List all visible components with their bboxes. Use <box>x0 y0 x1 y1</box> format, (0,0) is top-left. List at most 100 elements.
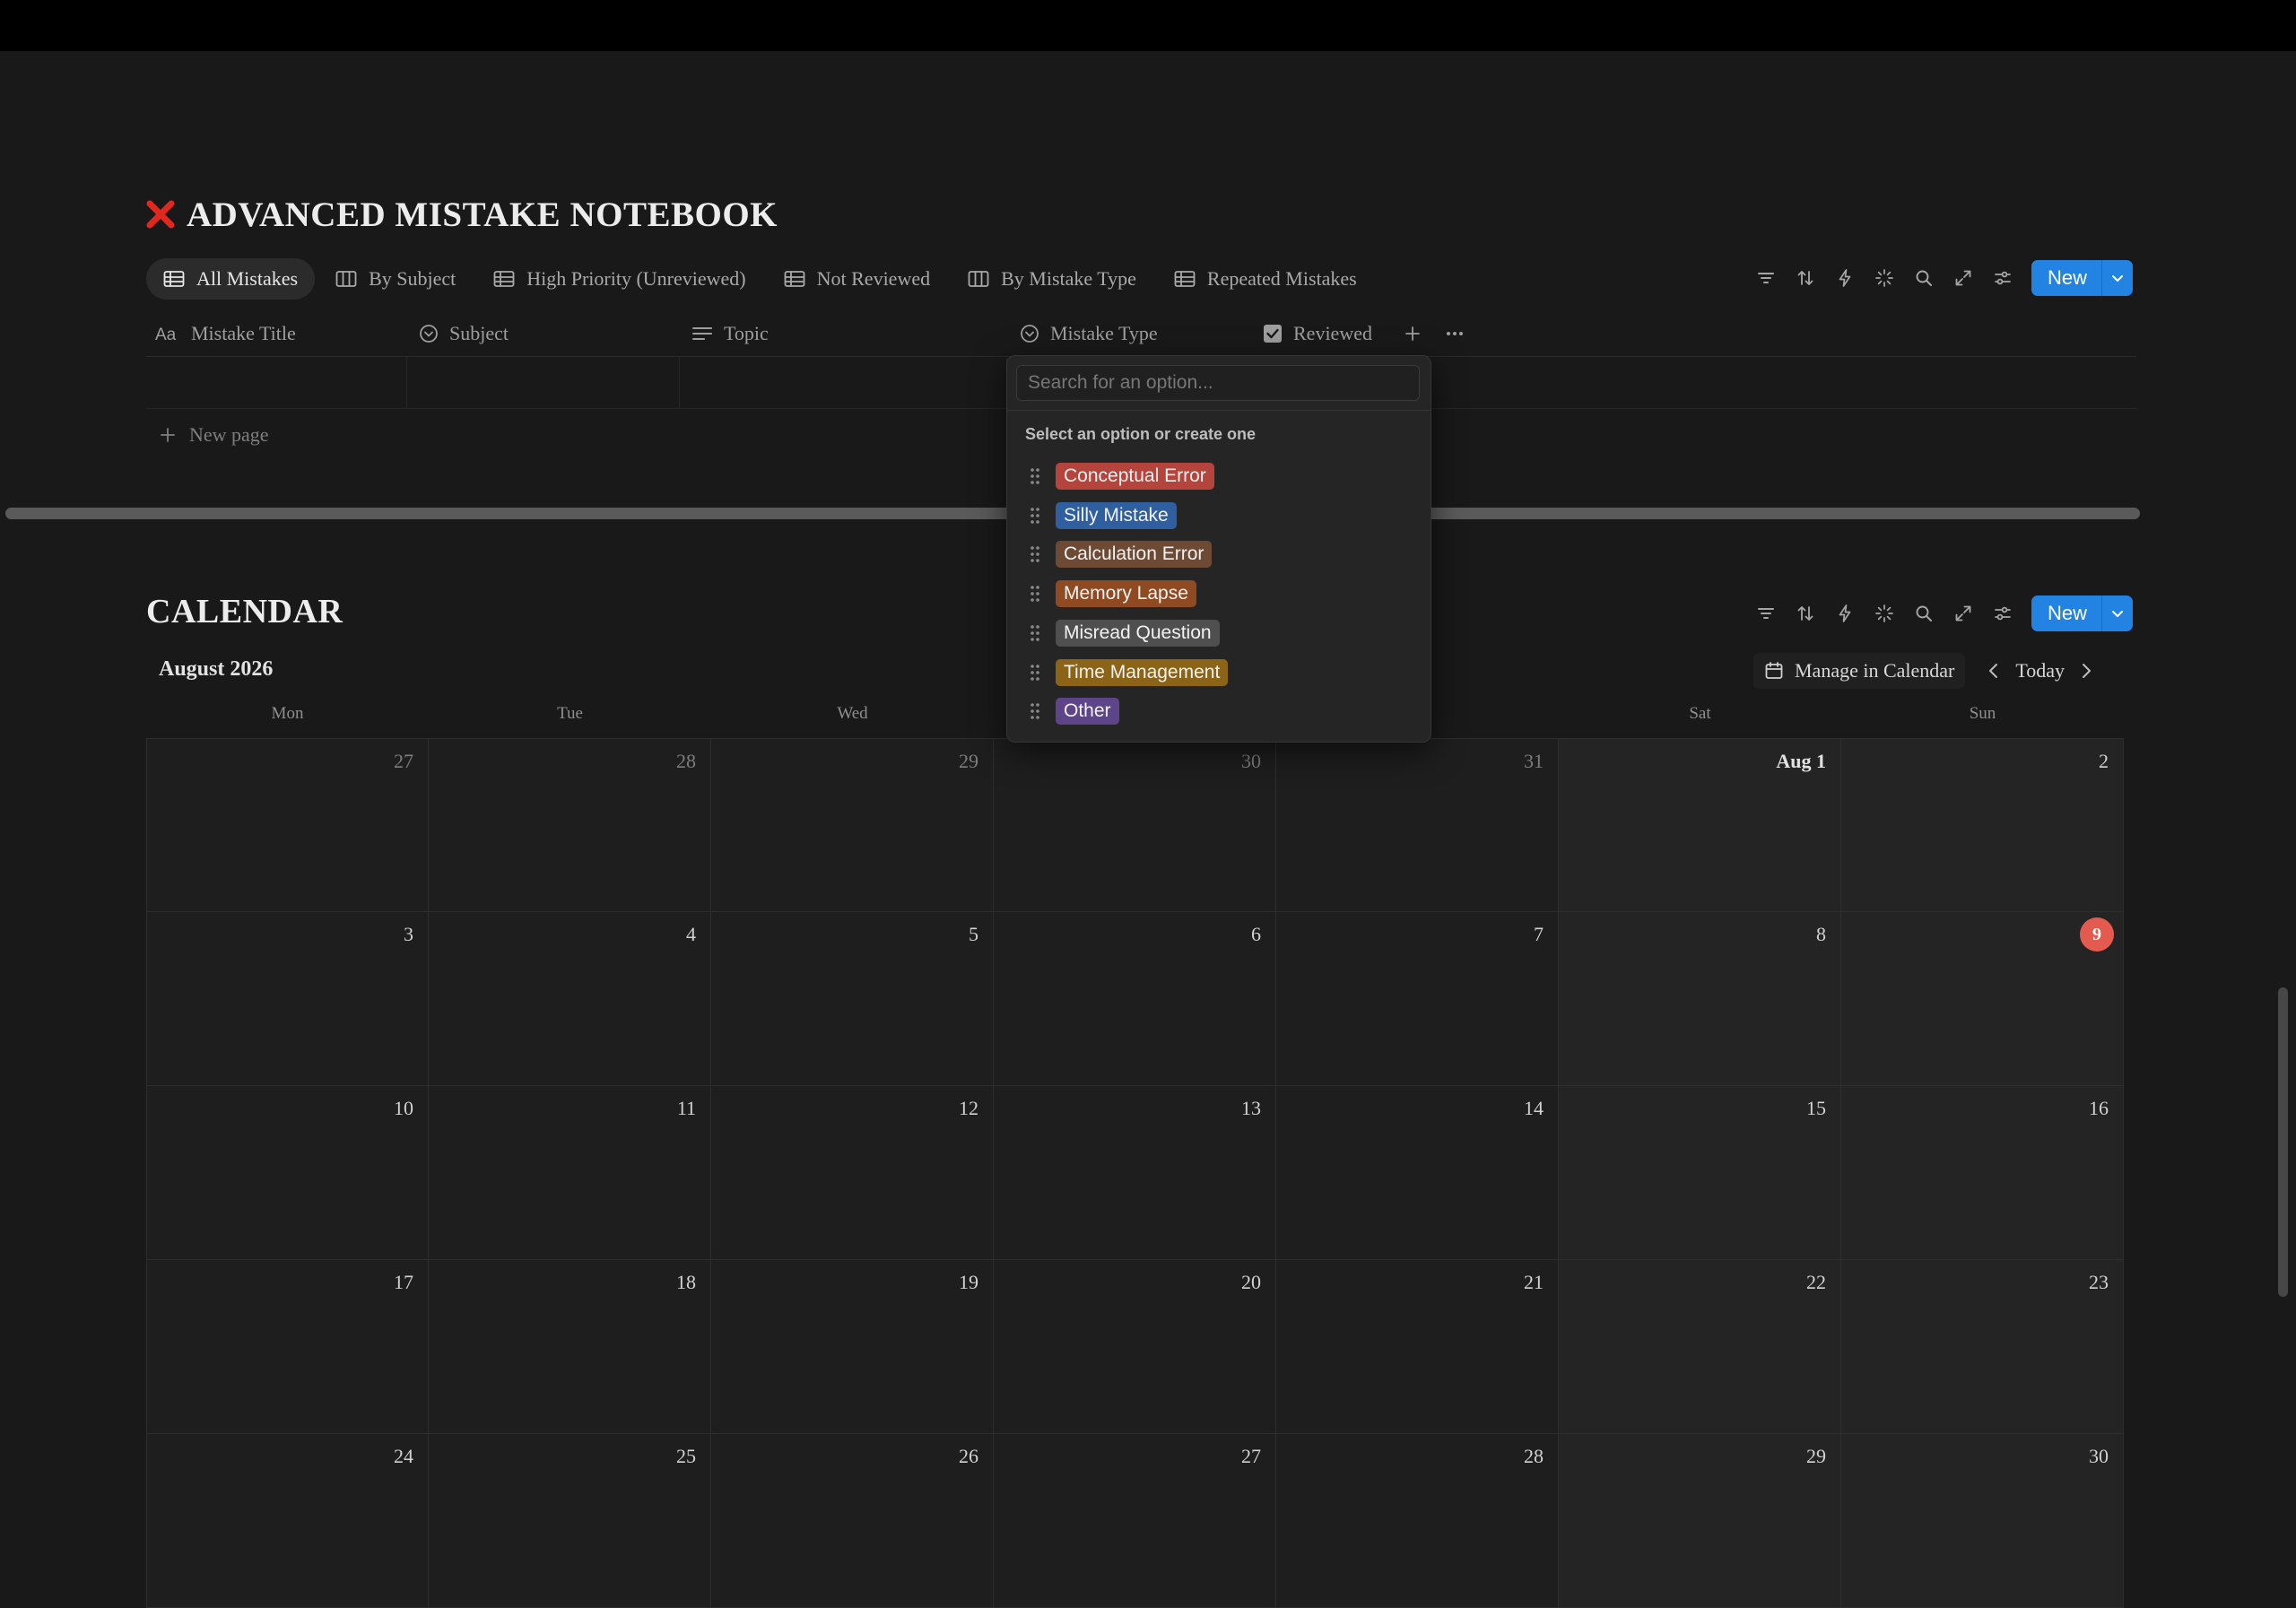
option-item[interactable]: Time Management <box>1007 655 1431 691</box>
tab-by-subject[interactable]: By Subject <box>318 258 473 300</box>
filter-button[interactable] <box>1746 261 1786 295</box>
calendar-day-cell[interactable]: 18 <box>429 1260 711 1434</box>
calendar-day-cell[interactable]: 19 <box>711 1260 994 1434</box>
calendar-day-cell[interactable]: 8 <box>1559 912 1841 1086</box>
calendar-day-cell[interactable]: 17 <box>146 1260 429 1434</box>
calendar-day-cell[interactable]: 12 <box>711 1086 994 1260</box>
calendar-day-cell[interactable]: 28 <box>429 738 711 912</box>
day-number: 24 <box>394 1445 413 1467</box>
calendar-month: August 2026 <box>159 657 274 681</box>
calendar-day-cell[interactable]: 13 <box>994 1086 1276 1260</box>
manage-in-calendar-button[interactable]: Manage in Calendar <box>1753 653 1966 689</box>
automation-button[interactable] <box>1825 261 1865 295</box>
suggestions-button[interactable] <box>1865 596 1904 630</box>
calendar-day-cell[interactable]: 7 <box>1276 912 1559 1086</box>
calendar-day-cell[interactable]: 15 <box>1559 1086 1841 1260</box>
column-topic[interactable]: Topic <box>691 311 769 356</box>
drag-handle-icon[interactable] <box>1029 663 1041 682</box>
expand-button[interactable] <box>1944 261 1983 295</box>
option-item[interactable]: Memory Lapse <box>1007 576 1431 612</box>
column-mistake-title[interactable]: Aa Mistake Title <box>155 311 296 356</box>
calendar-day-cell[interactable]: 24 <box>146 1434 429 1608</box>
drag-handle-icon[interactable] <box>1029 584 1041 604</box>
calendar-day-cell[interactable]: 29 <box>1559 1434 1841 1608</box>
calendar-day-cell[interactable]: 16 <box>1841 1086 2124 1260</box>
tab-repeated-mistakes[interactable]: Repeated Mistakes <box>1157 258 1374 300</box>
drag-handle-icon[interactable] <box>1029 544 1041 564</box>
previous-month-button[interactable] <box>1978 653 2010 689</box>
option-item[interactable]: Silly Mistake <box>1007 498 1431 534</box>
drag-handle-icon[interactable] <box>1029 506 1041 526</box>
option-item[interactable]: Calculation Error <box>1007 536 1431 572</box>
option-search-input[interactable] <box>1016 365 1420 401</box>
calendar-day-cell[interactable]: 31 <box>1276 738 1559 912</box>
automation-button[interactable] <box>1825 596 1865 630</box>
calendar-day-cell[interactable]: 3 <box>146 912 429 1086</box>
column-reviewed[interactable]: Reviewed <box>1263 311 1372 356</box>
new-page-button[interactable]: New page <box>159 417 269 453</box>
option-item[interactable]: Conceptual Error <box>1007 458 1431 494</box>
search-button[interactable] <box>1904 596 1944 630</box>
calendar-day-cell[interactable]: 27 <box>146 738 429 912</box>
cell-mistake-title[interactable] <box>146 356 407 408</box>
calendar-day-cell[interactable]: 20 <box>994 1260 1276 1434</box>
calendar-day-cell[interactable]: 5 <box>711 912 994 1086</box>
cell-topic[interactable] <box>679 356 1007 408</box>
today-button[interactable]: Today <box>2010 659 2070 682</box>
new-button[interactable]: New <box>2031 595 2103 631</box>
tab-not-reviewed[interactable]: Not Reviewed <box>767 258 947 300</box>
drag-handle-icon[interactable] <box>1029 623 1041 643</box>
calendar-day-cell[interactable]: 30 <box>1841 1434 2124 1608</box>
expand-icon <box>1955 605 1971 621</box>
option-item[interactable]: Misread Question <box>1007 615 1431 651</box>
calendar-day-cell[interactable]: 4 <box>429 912 711 1086</box>
calendar-day-cell[interactable]: 30 <box>994 738 1276 912</box>
cell-subject[interactable] <box>406 356 680 408</box>
calendar-day-cell[interactable]: 25 <box>429 1434 711 1608</box>
calendar-day-cell[interactable]: 27 <box>994 1434 1276 1608</box>
calendar-day-cell[interactable]: 9 <box>1841 912 2124 1086</box>
new-button[interactable]: New <box>2031 260 2103 296</box>
drag-handle-icon[interactable] <box>1029 701 1041 721</box>
day-number: 29 <box>1806 1445 1826 1467</box>
option-item[interactable]: Other <box>1007 693 1431 729</box>
day-number: 12 <box>959 1097 978 1119</box>
new-dropdown-button[interactable] <box>2102 595 2133 631</box>
day-number: 20 <box>1241 1271 1261 1293</box>
calendar-day-cell[interactable]: 29 <box>711 738 994 912</box>
calendar-day-cell[interactable]: 26 <box>711 1434 994 1608</box>
settings-button[interactable] <box>1983 596 2022 630</box>
more-options-button[interactable] <box>1445 311 1465 356</box>
tab-all-mistakes[interactable]: All Mistakes <box>146 258 316 300</box>
column-subject[interactable]: Subject <box>419 311 509 356</box>
tab-by-mistake-type[interactable]: By Mistake Type <box>951 258 1153 300</box>
search-button[interactable] <box>1904 261 1944 295</box>
calendar-day-cell[interactable]: 2 <box>1841 738 2124 912</box>
calendar-day-cell[interactable]: 10 <box>146 1086 429 1260</box>
expand-button[interactable] <box>1944 596 1983 630</box>
column-mistake-type[interactable]: Mistake Type <box>1020 311 1158 356</box>
option-tag: Silly Mistake <box>1056 501 1177 529</box>
calendar-day-cell[interactable]: 23 <box>1841 1260 2124 1434</box>
text-lines-icon <box>692 327 712 340</box>
sort-button[interactable] <box>1786 596 1825 630</box>
new-button-group: New <box>2031 260 2134 296</box>
calendar-day-cell[interactable]: 14 <box>1276 1086 1559 1260</box>
calendar-day-cell[interactable]: 11 <box>429 1086 711 1260</box>
suggestions-button[interactable] <box>1865 261 1904 295</box>
next-month-button[interactable] <box>2070 653 2102 689</box>
calendar-day-cell[interactable]: 22 <box>1559 1260 1841 1434</box>
vertical-scrollbar[interactable] <box>2278 987 2288 1297</box>
calendar-day-cell[interactable]: 6 <box>994 912 1276 1086</box>
calendar-day-cell[interactable]: Aug 1 <box>1559 738 1841 912</box>
calendar-day-cell[interactable]: 21 <box>1276 1260 1559 1434</box>
new-dropdown-button[interactable] <box>2102 260 2133 296</box>
drag-handle-icon[interactable] <box>1029 466 1041 486</box>
add-property-button[interactable] <box>1404 311 1422 356</box>
filter-button[interactable] <box>1746 596 1786 630</box>
tab-high-priority[interactable]: High Priority (Unreviewed) <box>476 258 762 300</box>
settings-button[interactable] <box>1983 261 2022 295</box>
sort-button[interactable] <box>1786 261 1825 295</box>
calendar-day-cell[interactable]: 28 <box>1276 1434 1559 1608</box>
column-label: Mistake Type <box>1050 322 1158 344</box>
